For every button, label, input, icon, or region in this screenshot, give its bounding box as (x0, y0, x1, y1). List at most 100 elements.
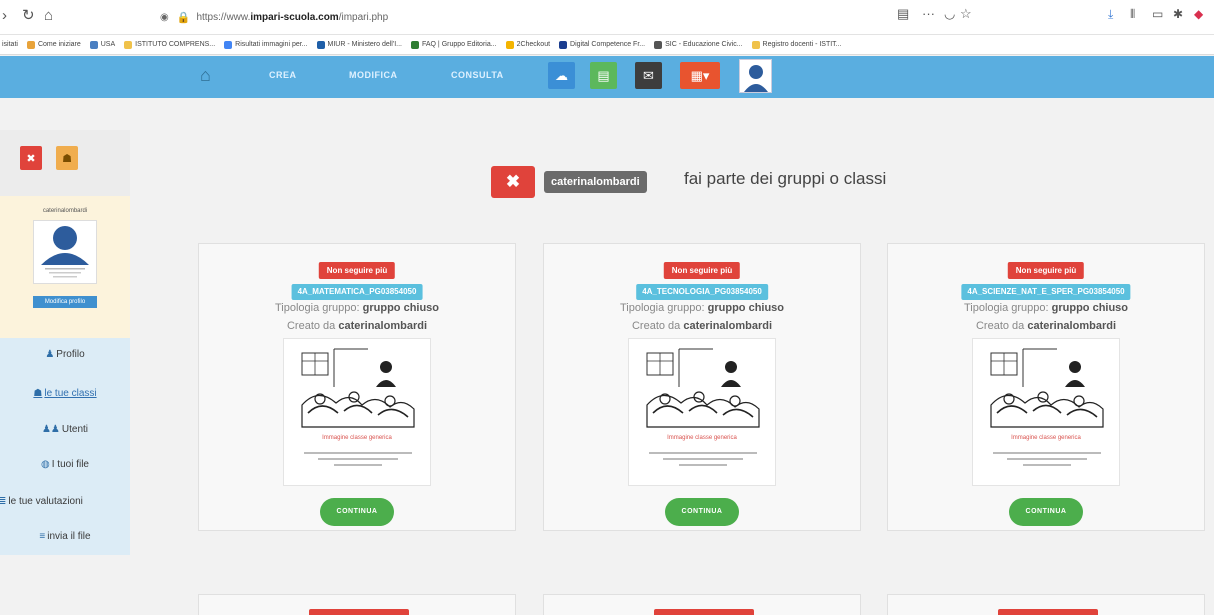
group-card-partial (198, 594, 516, 615)
library-icon[interactable]: ⦀ (1130, 7, 1135, 22)
extension-icon[interactable]: ✱ (1173, 7, 1183, 21)
unfollow-button-partial[interactable] (654, 609, 754, 615)
groups-button[interactable]: ☗ (56, 146, 78, 170)
download-icon[interactable]: ⤓ (1108, 7, 1113, 22)
group-name-badge[interactable]: 4A_MATEMATICA_PG03854050 (291, 284, 423, 300)
bookmark-label: USA (100, 41, 116, 48)
creator-name: caterinalombardi (338, 320, 427, 332)
bookmark-label: FAQ | Gruppo Editoria... (421, 41, 497, 48)
group-type: Tipologia gruppo: gruppo chiuso (199, 302, 515, 314)
bookmark-item[interactable]: MIUR - Ministero dell'I... (316, 40, 402, 49)
bookmark-favicon-icon (505, 40, 514, 49)
home-icon[interactable]: ⌂ (200, 65, 211, 86)
bookmark-item[interactable]: Risultati immagini per... (224, 40, 308, 49)
bookmark-favicon-icon (26, 40, 35, 49)
unfollow-button-partial[interactable] (998, 609, 1098, 615)
url-host: impari-scuola.com (250, 11, 339, 23)
bookmark-favicon-icon (224, 40, 233, 49)
creator-name: caterinalombardi (1027, 320, 1116, 332)
menu-label: le tue valutazioni (8, 496, 83, 507)
nav-modifica[interactable]: MODIFICA (349, 70, 398, 80)
menu-label: Utenti (61, 424, 89, 435)
forward-icon[interactable]: › (2, 6, 7, 26)
group-type-label: Tipologia gruppo: (619, 302, 705, 314)
page-title: fai parte dei gruppi o classi (684, 169, 887, 188)
bookmark-star-icon[interactable]: ☆ (960, 6, 972, 22)
group-type-value: gruppo chiuso (707, 302, 785, 314)
image-text-line (993, 452, 1101, 454)
bookmark-item[interactable]: SIC - Educazione Civic... (654, 40, 743, 49)
avatar-person-icon (743, 65, 768, 92)
bookmark-item[interactable]: USA (89, 40, 116, 49)
image-text-line (1007, 458, 1087, 460)
bookmark-item[interactable]: FAQ | Gruppo Editoria... (410, 40, 497, 49)
edit-profile-button[interactable]: Modifica profilo (33, 296, 97, 308)
bookmark-label: Registro docenti - ISTIT... (762, 41, 842, 48)
addon-icon[interactable]: ◆ (1194, 7, 1203, 21)
unfollow-button[interactable]: Non seguire più (1007, 262, 1085, 279)
profile-card: caterinalombardi Modifica profilo (0, 196, 130, 338)
cloud-upload-button[interactable]: ☁ (548, 62, 575, 89)
lock-icon: 🔒 (176, 11, 191, 24)
site-info-icon[interactable]: ◉ (160, 12, 169, 23)
bookmark-item[interactable]: Digital Competence Fr... (559, 40, 646, 49)
messages-icon: ✉ (643, 67, 654, 83)
group-card: Non seguire più 4A_TECNOLOGIA_PG03854050 T… (543, 243, 861, 531)
classroom-sketch-icon (990, 348, 1104, 428)
group-name-badge[interactable]: 4A_SCIENZE_NAT_E_SPER_PG03854050 (961, 284, 1131, 300)
pocket-icon[interactable]: ◡ (944, 6, 955, 22)
bookmark-item[interactable]: Come iniziare (26, 40, 81, 49)
file-icon: ≡ (39, 531, 46, 542)
image-caption: Immagine classe generica (667, 435, 737, 441)
menu-label: le tue classi (44, 388, 97, 399)
continue-button[interactable]: CONTINUA (1009, 498, 1083, 526)
continue-button[interactable]: CONTINUA (665, 498, 739, 526)
menu-utenti[interactable]: ♟♟ Utenti (0, 424, 130, 435)
page-actions-icon[interactable]: ··· (922, 6, 935, 21)
messages-button[interactable]: ✉ (635, 62, 662, 89)
bookmark-truncated[interactable]: isitati (2, 41, 18, 48)
username-badge: caterinalombardi (544, 171, 647, 193)
grid-icon: ▦▾ (690, 67, 710, 83)
continue-button[interactable]: CONTINUA (320, 498, 394, 526)
unfollow-button-partial[interactable] (309, 609, 409, 615)
profile-person-icon (41, 226, 89, 278)
reader-view-icon[interactable]: ▤ (897, 6, 909, 22)
group-name-badge[interactable]: 4A_TECNOLOGIA_PG03854050 (636, 284, 768, 300)
nav-consulta[interactable]: CONSULTA (451, 70, 504, 80)
remove-button[interactable]: ✖ (20, 146, 42, 170)
user-avatar[interactable] (739, 59, 772, 93)
image-text-line (663, 458, 743, 460)
sidebar-actions: ✖ ☗ (0, 130, 130, 196)
bookmark-label: Risultati immagini per... (235, 41, 308, 48)
unfollow-button[interactable]: Non seguire più (318, 262, 396, 279)
browser-toolbar: › ↻ ⌂ ◉ 🔒 https://www. impari-scuola.com… (0, 0, 1214, 35)
group-creator: Creato da caterinalombardi (544, 320, 860, 332)
side-menu: ♟ Profilo ☗ le tue classi ♟♟ Utenti ◍ I tuoi… (0, 338, 130, 555)
url-path: /impari.php (338, 11, 389, 23)
notes-button[interactable]: ▤ (590, 62, 617, 89)
bookmark-item[interactable]: 2Checkout (505, 40, 550, 49)
menu-invia-il-file[interactable]: ≡ invia il file (0, 531, 130, 542)
menu-i-tuoi-file[interactable]: ◍ I tuoi file (0, 459, 130, 470)
menu-le-tue-classi[interactable]: ☗ le tue classi (0, 388, 130, 399)
bookmark-item[interactable]: ISTITUTO COMPRENS... (124, 40, 215, 49)
group-type-value: gruppo chiuso (1051, 302, 1129, 314)
bookmark-label: Digital Competence Fr... (570, 41, 646, 48)
group-type: Tipologia gruppo: gruppo chiuso (888, 302, 1204, 314)
nav-crea[interactable]: CREA (269, 70, 297, 80)
sidebar-icon[interactable]: ▭ (1152, 7, 1163, 21)
menu-profilo[interactable]: ♟ Profilo (0, 349, 130, 360)
group-type-label: Tipologia gruppo: (274, 302, 360, 314)
bookmark-label: SIC - Educazione Civic... (665, 41, 743, 48)
home-icon[interactable]: ⌂ (44, 6, 53, 26)
menu-le-tue-valutazioni[interactable]: ≣ le tue valutazioni (0, 496, 128, 507)
menu-dropdown-button[interactable]: ▦▾ (680, 62, 720, 89)
address-bar[interactable]: ◉ 🔒 https://www. impari-scuola.com /impa… (150, 4, 994, 30)
reload-icon[interactable]: ↻ (22, 6, 35, 26)
bookmark-favicon-icon (316, 40, 325, 49)
image-caption: Immagine classe generica (322, 435, 392, 441)
unfollow-button[interactable]: Non seguire più (663, 262, 741, 279)
close-button[interactable]: ✖ (491, 166, 535, 198)
bookmark-item[interactable]: Registro docenti - ISTIT... (751, 40, 842, 49)
